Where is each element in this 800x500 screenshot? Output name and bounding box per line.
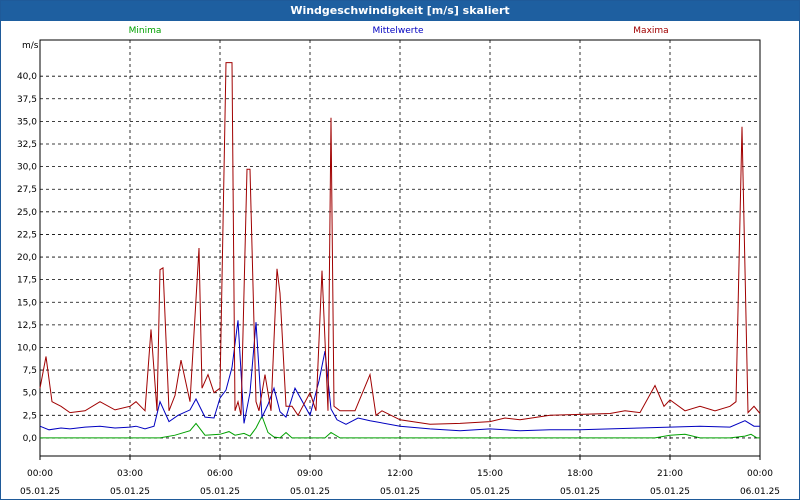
- legend-mittelwerte: Mittelwerte: [372, 26, 423, 36]
- y-tick-label: 27,5: [17, 185, 37, 195]
- x-tick-time: 00:00: [27, 469, 53, 479]
- y-tick-label: 5,0: [23, 389, 38, 399]
- y-tick-label: 20,0: [17, 253, 37, 263]
- y-tick-label: 2,5: [23, 411, 37, 421]
- x-tick-time: 09:00: [297, 469, 323, 479]
- x-tick-date: 05.01.25: [20, 487, 60, 497]
- x-tick-time: 06:00: [207, 469, 233, 479]
- x-tick-time: 00:00: [747, 469, 773, 479]
- chart-svg: 0,0 2,5 5,0 7,5 10,0 12,5 15,0 17,5 20,0 22,5 25,0…: [17, 26, 780, 497]
- x-tick-date: 05.01.25: [290, 487, 330, 497]
- y-tick-label: 12,5: [17, 321, 37, 331]
- x-tick-date: 05.01.25: [110, 487, 150, 497]
- y-tick-labels: 0,0 2,5 5,0 7,5 10,0 12,5 15,0 17,5 20,0 22,5 25,0…: [17, 72, 37, 444]
- x-tick-date: 05.01.25: [650, 487, 690, 497]
- y-tick-label: 30,0: [17, 163, 37, 173]
- y-tick-label: 32,5: [17, 140, 37, 150]
- y-tick-label: 7,5: [23, 366, 37, 376]
- y-tick-label: 40,0: [17, 72, 37, 82]
- y-tick-label: 22,5: [17, 230, 37, 240]
- x-tick-time: 03:00: [117, 469, 143, 479]
- y-tick-label: 37,5: [17, 95, 37, 105]
- legend-minima: Minima: [129, 26, 162, 36]
- y-tick-label: 10,0: [17, 343, 37, 353]
- legend-maxima: Maxima: [633, 26, 668, 36]
- y-tick-label: 0,0: [23, 434, 38, 444]
- x-tick-date: 05.01.25: [200, 487, 240, 497]
- x-tick-time: 15:00: [477, 469, 503, 479]
- x-tick-time: 18:00: [567, 469, 593, 479]
- x-tick-date: 05.01.25: [380, 487, 420, 497]
- x-tick-time: 12:00: [387, 469, 413, 479]
- y-tick-label: 25,0: [17, 208, 37, 218]
- x-tick-date: 05.01.25: [470, 487, 510, 497]
- x-tick-date: 06.01.25: [740, 487, 780, 497]
- x-tick-time: 21:00: [657, 469, 683, 479]
- y-axis-label: m/s: [22, 41, 39, 51]
- x-tick-labels: 00:00 05.01.25 03:00 05.01.25 06:00 05.01.25 0…: [20, 456, 780, 497]
- y-tick-label: 15,0: [17, 298, 37, 308]
- y-tick-label: 17,5: [17, 276, 37, 286]
- y-tick-label: 35,0: [17, 117, 37, 127]
- x-tick-date: 05.01.25: [560, 487, 600, 497]
